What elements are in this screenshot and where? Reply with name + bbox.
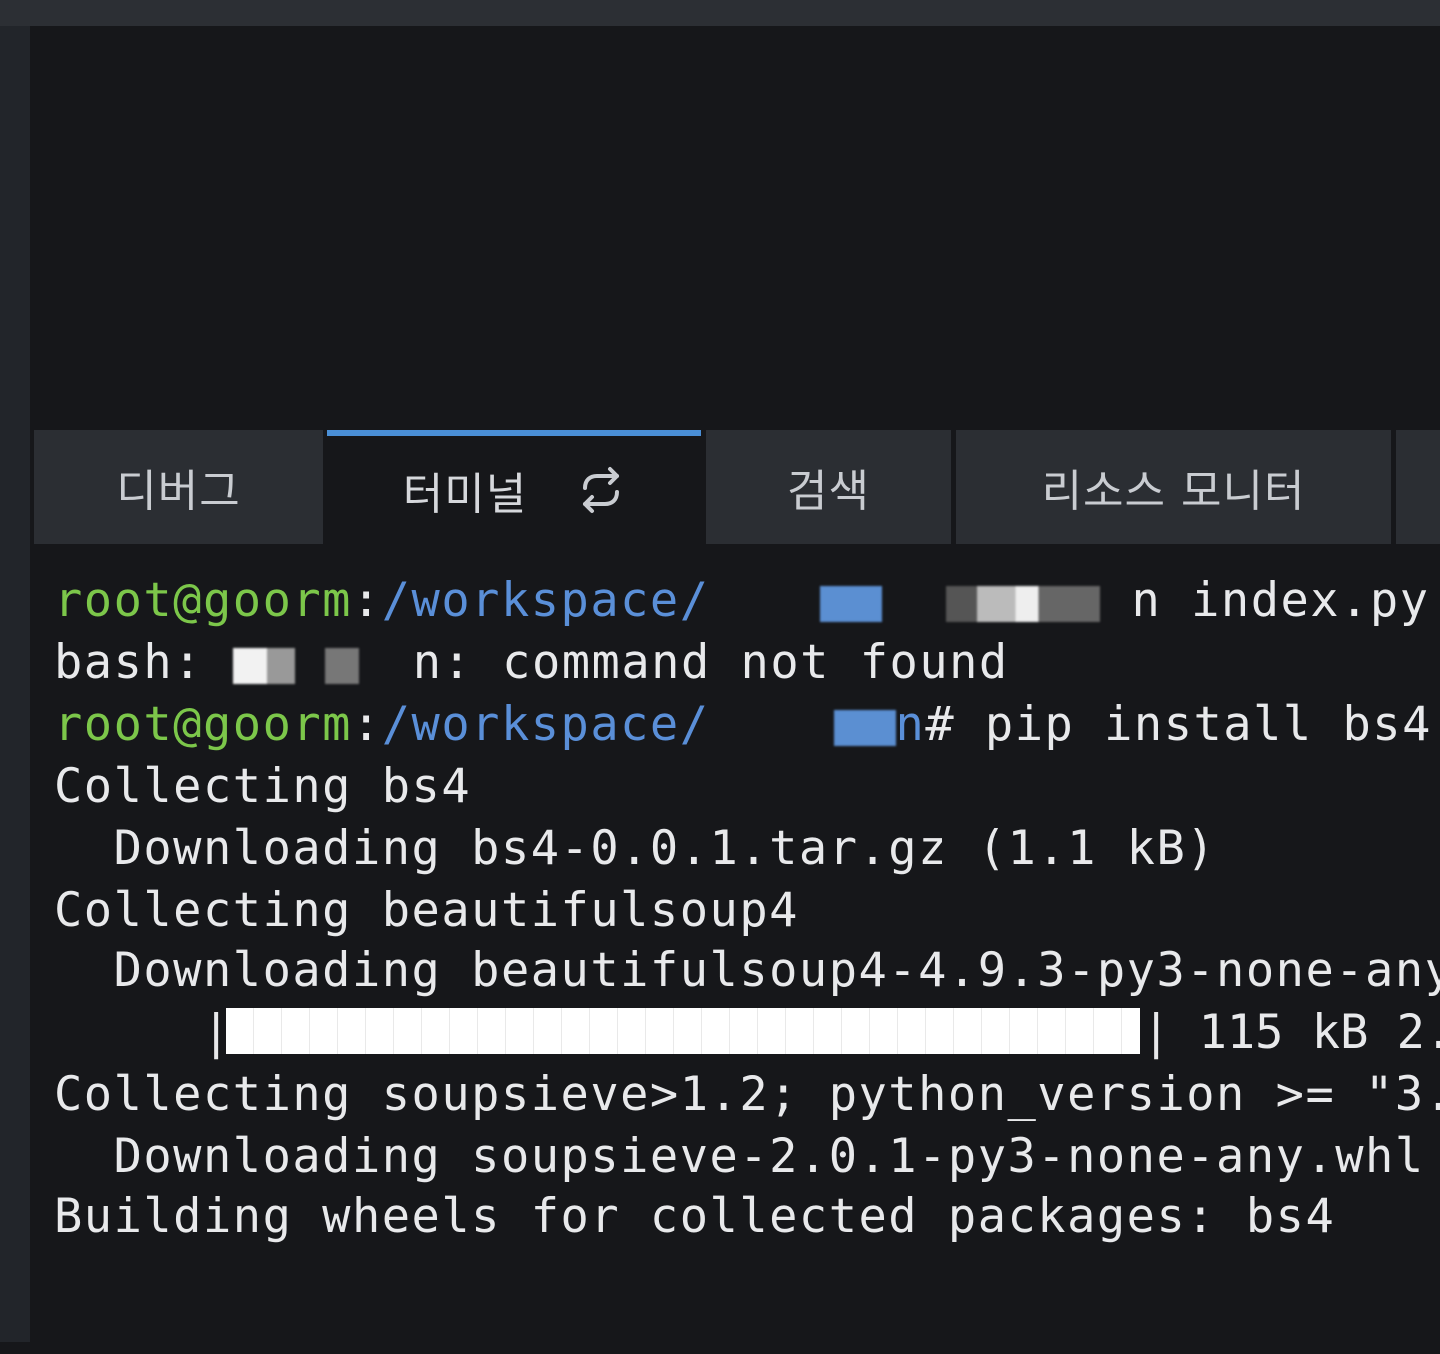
prompt-separator: : <box>351 697 382 752</box>
terminal-line: Downloading bs4-0.0.1.tar.gz (1.1 kB) <box>54 821 1217 876</box>
redacted-block <box>945 585 1100 622</box>
terminal-line: Collecting soupsieve>1.2; python_version… <box>54 1067 1440 1122</box>
tab-debug[interactable]: 디버그 <box>34 430 323 544</box>
redacted-block <box>232 647 295 684</box>
tab-resource-monitor-label: 리소스 모니터 <box>1041 466 1306 517</box>
redacted-block <box>819 585 882 622</box>
redacted-block <box>324 647 359 684</box>
tab-search[interactable]: 검색 <box>706 430 951 544</box>
tab-search-label: 검색 <box>787 466 870 517</box>
terminal-line: root@goorm:/workspace/n# pip install bs4 <box>54 694 1432 756</box>
redacted-block <box>833 709 896 746</box>
editor-area <box>30 26 1440 428</box>
window-top-strip <box>0 0 1440 26</box>
tab-overflow[interactable] <box>1396 430 1440 544</box>
prompt-user: root@goorm <box>54 697 352 752</box>
prompt-user: root@goorm <box>54 573 352 628</box>
bash-prefix: bash: <box>54 635 233 690</box>
terminal-line: Downloading beautifulsoup4-4.9.3-py3-non… <box>54 943 1440 998</box>
command-text: # pip install bs4 <box>925 697 1432 752</box>
terminal-line: Building wheels for collected packages: … <box>54 1189 1336 1244</box>
bottom-strip <box>0 1342 1440 1354</box>
terminal-line: bash: n: command not found <box>54 632 1009 694</box>
terminal-line: Collecting bs4 <box>54 759 472 814</box>
prompt-separator: : <box>351 573 382 628</box>
panel-tab-bar: 디버그 터미널 검색 리소스 모니터 <box>30 428 1440 546</box>
terminal-output[interactable]: root@goorm:/workspace/n index.py bash: n… <box>30 546 1440 1342</box>
terminal-line: Downloading soupsieve-2.0.1-py3-none-any… <box>54 1129 1440 1184</box>
prompt-path: /workspace/ <box>381 573 710 628</box>
command-text: n index.py <box>1131 573 1430 628</box>
tab-debug-label: 디버그 <box>116 466 241 517</box>
error-text: n: command not found <box>412 635 1009 690</box>
tab-resource-monitor[interactable]: 리소스 모니터 <box>956 430 1391 544</box>
download-progress-bar <box>226 1008 1140 1054</box>
tab-terminal-label: 터미널 <box>402 469 528 520</box>
refresh-icon[interactable] <box>577 466 625 514</box>
terminal-line: root@goorm:/workspace/n index.py <box>54 570 1430 632</box>
progress-bar-right-text: | 115 kB 2. <box>1142 1005 1440 1060</box>
terminal-line: Collecting beautifulsoup4 <box>54 883 799 938</box>
prompt-path: /workspace/ <box>381 697 710 752</box>
prompt-path-end: n <box>895 697 926 752</box>
tab-terminal[interactable]: 터미널 <box>327 430 701 544</box>
left-side-rail <box>0 26 30 1342</box>
